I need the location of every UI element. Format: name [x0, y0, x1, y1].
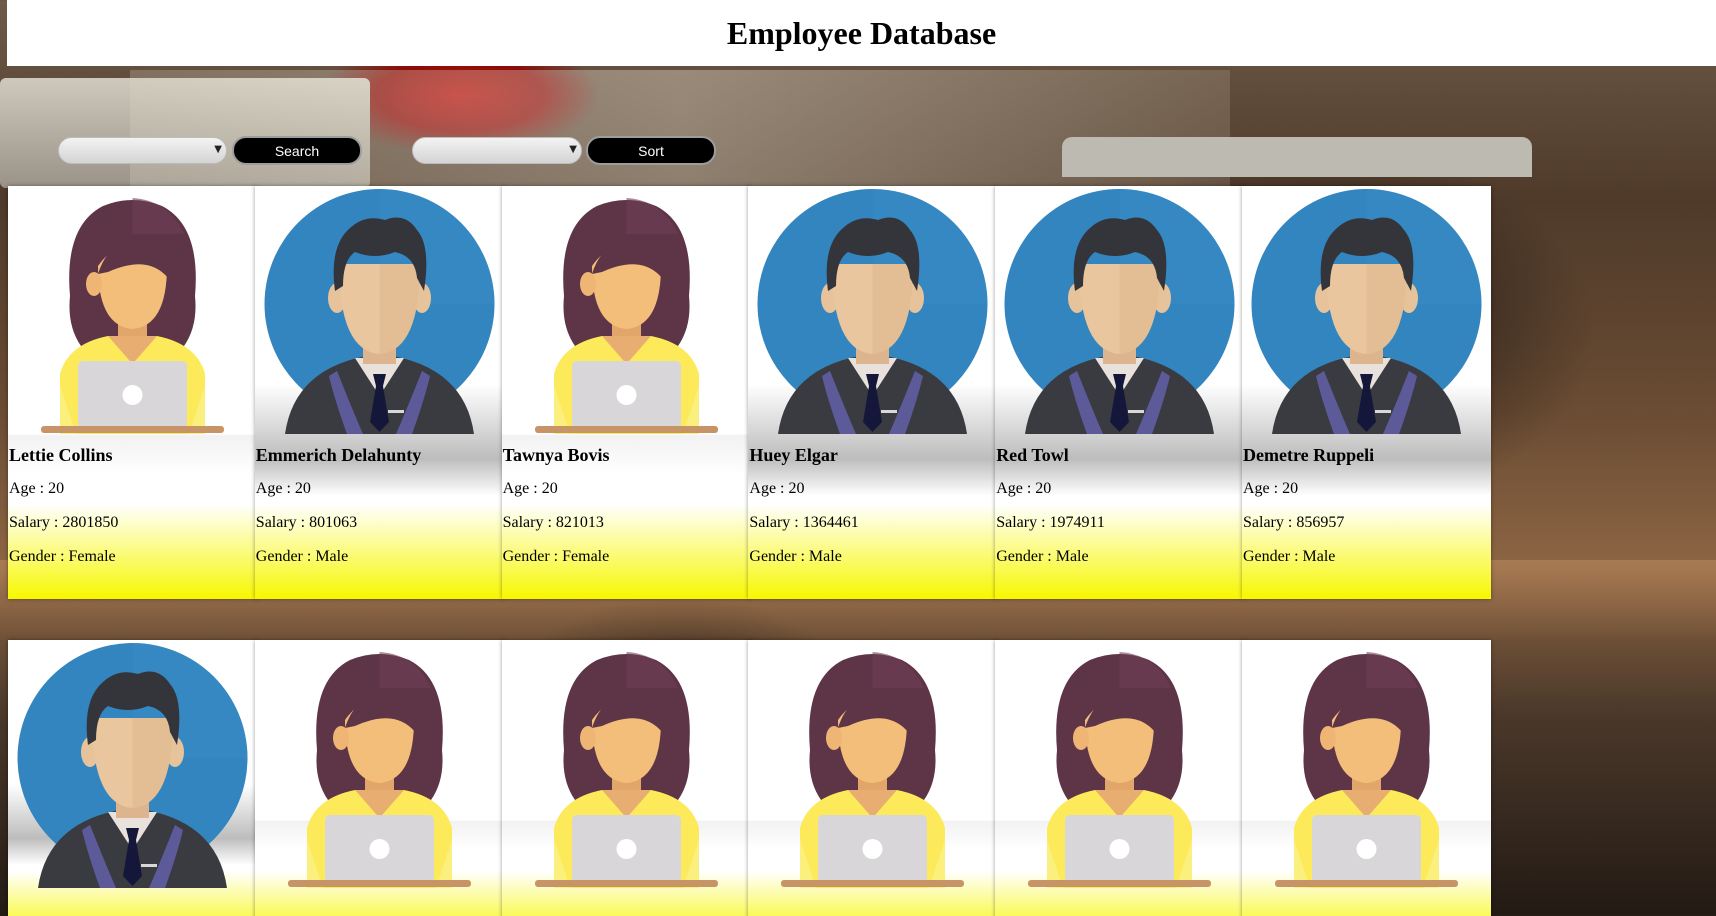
employee-info: Red Towl Age : 20 Salary : 1974911 Gende… — [995, 443, 1244, 574]
page-title: Employee Database — [726, 14, 997, 51]
employee-info: Huey Elgar Age : 20 Salary : 1364461 Gen… — [748, 443, 997, 574]
employee-info: Emmerich Delahunty Age : 20 Salary : 801… — [255, 443, 504, 574]
female-avatar-icon — [287, 652, 471, 888]
employee-gender: Gender : Male — [749, 548, 842, 565]
employee-card — [1242, 640, 1491, 916]
employee-salary: Salary : 2801850 — [9, 514, 119, 531]
employee-gender: Gender : Female — [9, 548, 116, 565]
employee-gender: Gender : Male — [996, 548, 1089, 565]
female-avatar-icon — [1275, 652, 1458, 888]
employee-name: Tawnya Bovis — [502, 445, 610, 465]
employee-age: Age : 20 — [1243, 480, 1299, 497]
chevron-down-icon: ▼ — [569, 144, 577, 155]
employee-info: Tawnya Bovis Age : 20 Salary : 821013 Ge… — [502, 443, 751, 574]
female-avatar-icon — [534, 652, 718, 888]
employee-age: Age : 20 — [255, 480, 311, 497]
employee-card: Demetre Ruppeli Age : 20 Salary : 856957… — [1242, 186, 1491, 599]
employee-gender: Gender : Female — [502, 548, 610, 565]
employee-name: Demetre Ruppeli — [1243, 445, 1375, 465]
employee-name: Lettie Collins — [9, 445, 113, 465]
employee-info: Lettie Collins Age : 20 Salary : 2801850… — [8, 443, 257, 574]
employee-name: Huey Elgar — [749, 445, 838, 465]
female-avatar-icon — [41, 198, 224, 434]
page-header: Employee Database — [7, 0, 1716, 66]
female-avatar-icon — [534, 198, 718, 434]
search-field-select[interactable]: ▼ — [58, 137, 227, 164]
employee-card — [501, 640, 751, 916]
employee-card: Emmerich Delahunty Age : 20 Salary : 801… — [254, 186, 504, 599]
employee-card — [8, 640, 257, 916]
employee-card — [254, 640, 504, 916]
employee-card: Red Towl Age : 20 Salary : 1974911 Gende… — [995, 186, 1245, 599]
employee-salary: Salary : 1364461 — [749, 514, 859, 531]
background-monitor — [1062, 137, 1532, 177]
female-avatar-icon — [781, 652, 965, 888]
employee-card: Lettie Collins Age : 20 Salary : 2801850… — [8, 186, 257, 599]
male-avatar-icon — [1251, 189, 1482, 434]
employee-age: Age : 20 — [502, 480, 558, 497]
employee-card — [748, 640, 998, 916]
male-avatar-icon — [264, 189, 495, 434]
employee-salary: Salary : 1974911 — [996, 514, 1105, 531]
sort-button[interactable]: Sort — [586, 136, 716, 165]
sort-field-select[interactable]: ▼ — [412, 137, 582, 164]
employee-info: Demetre Ruppeli Age : 20 Salary : 856957… — [1242, 443, 1491, 574]
employee-gender: Gender : Male — [255, 548, 349, 565]
employee-name: Red Towl — [996, 445, 1069, 465]
employee-age: Age : 20 — [749, 480, 805, 497]
employee-card: Tawnya Bovis Age : 20 Salary : 821013 Ge… — [501, 186, 751, 599]
search-button[interactable]: Search — [232, 136, 362, 165]
employee-name: Emmerich Delahunty — [255, 445, 422, 465]
background-laptop — [0, 78, 370, 188]
chevron-down-icon: ▼ — [214, 144, 222, 155]
male-avatar-icon — [1004, 189, 1235, 434]
male-avatar-icon — [17, 643, 248, 888]
employee-card — [995, 640, 1245, 916]
male-avatar-icon — [757, 189, 988, 434]
employee-salary: Salary : 821013 — [502, 514, 604, 531]
employee-age: Age : 20 — [996, 480, 1052, 497]
employee-salary: Salary : 856957 — [1243, 514, 1345, 531]
female-avatar-icon — [1028, 652, 1212, 888]
employee-salary: Salary : 801063 — [255, 514, 358, 531]
employee-age: Age : 20 — [9, 480, 65, 497]
employee-card: Huey Elgar Age : 20 Salary : 1364461 Gen… — [748, 186, 998, 599]
employee-gender: Gender : Male — [1243, 548, 1336, 565]
